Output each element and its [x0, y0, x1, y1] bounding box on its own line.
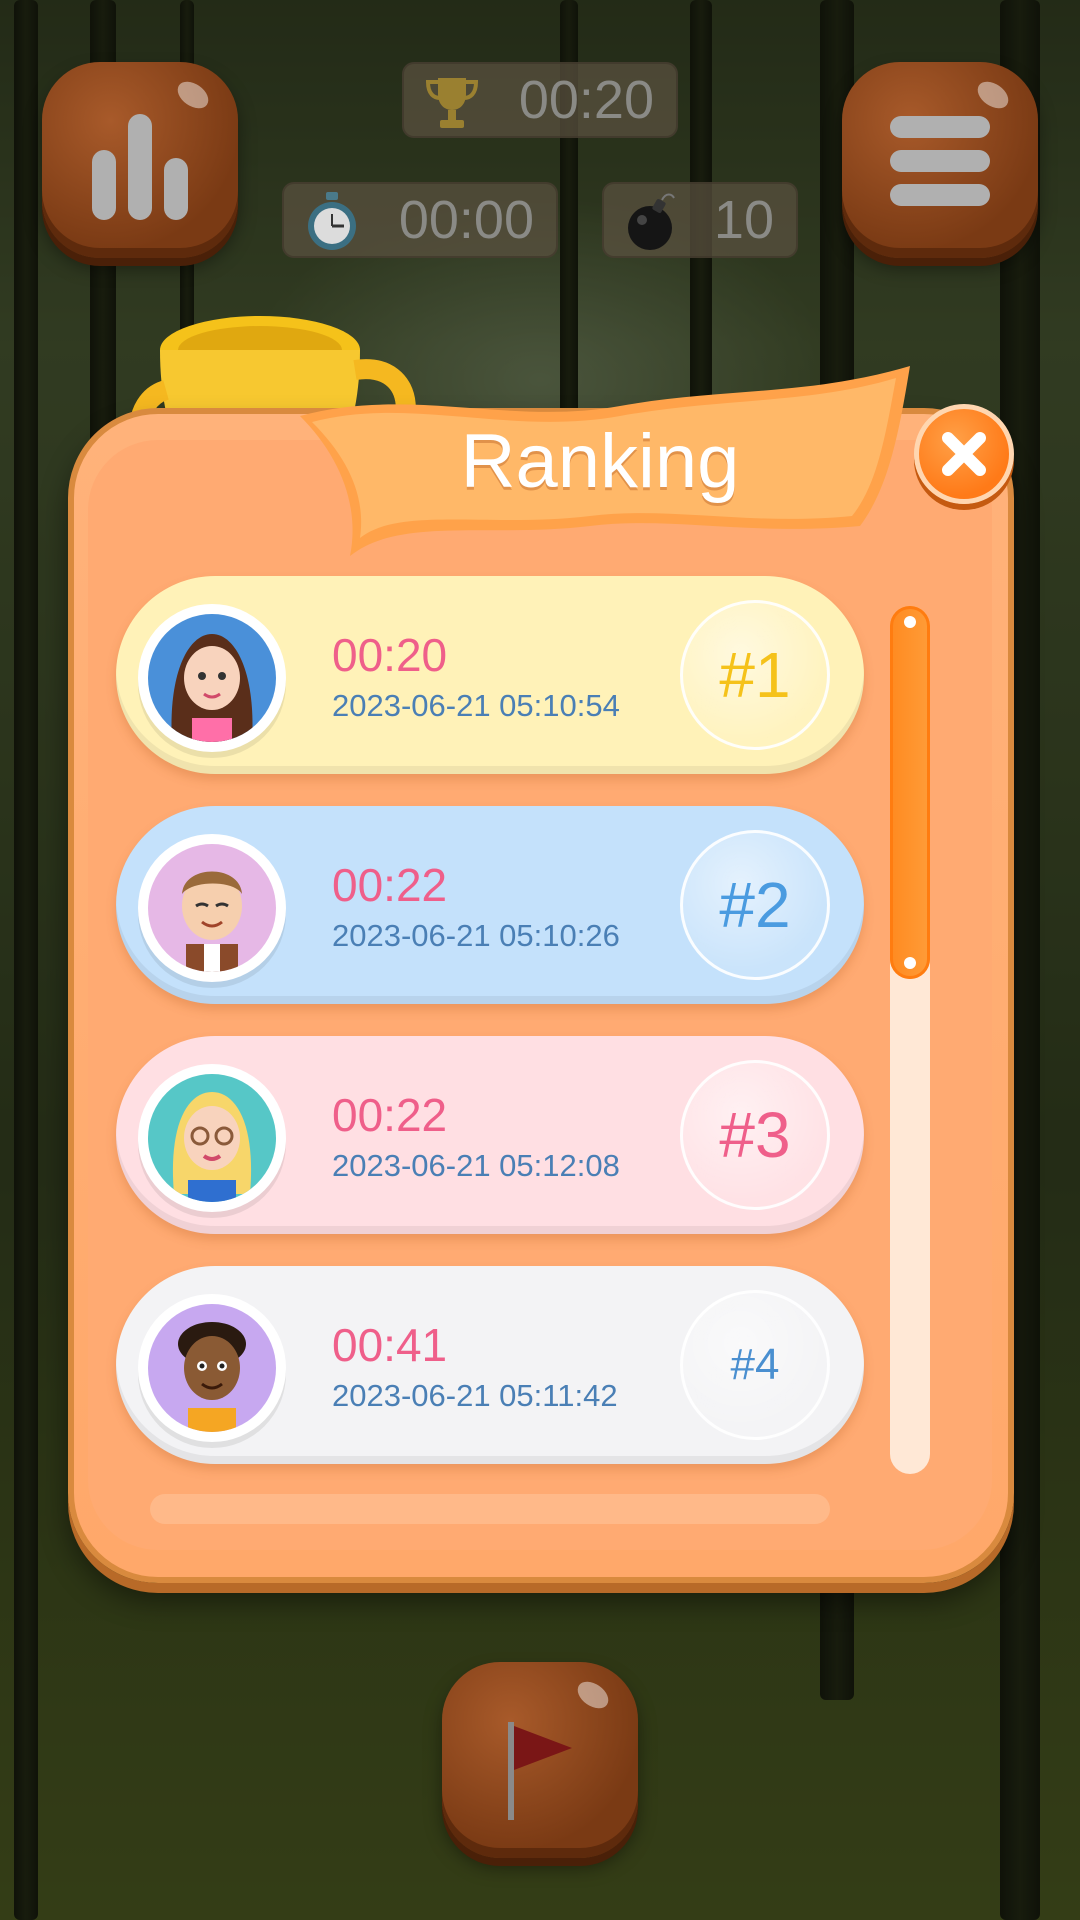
player-avatar-1	[148, 614, 276, 742]
mine-count-value: 10	[713, 190, 774, 250]
rank-badge: #3	[680, 1060, 830, 1210]
scrollbar-thumb[interactable]	[890, 606, 930, 979]
ranking-time: 00:22	[332, 1089, 448, 1141]
ranking-date: 2023-06-21 05:10:26	[332, 918, 620, 953]
ranking-time: 00:41	[332, 1319, 448, 1371]
ranking-row: 00:22 2023-06-21 05:12:08 #3	[116, 1036, 864, 1234]
mine-count-display: 10	[602, 182, 798, 258]
close-button[interactable]	[914, 404, 1014, 504]
menu-icon	[890, 116, 990, 206]
panel-footer-lip	[150, 1494, 830, 1524]
elapsed-time-display: 00:00	[282, 182, 558, 258]
rank-badge: #4	[680, 1290, 830, 1440]
ranking-time: 00:22	[332, 859, 448, 911]
flag-button[interactable]	[442, 1662, 638, 1858]
stats-icon	[92, 114, 188, 220]
avatar	[138, 1064, 286, 1212]
ranking-row: 00:41 2023-06-21 05:11:42 #4	[116, 1266, 864, 1464]
best-time-display: 00:20	[402, 62, 678, 138]
ranking-row: 00:22 2023-06-21 05:10:26 #2	[116, 806, 864, 1004]
elapsed-time-value: 00:00	[398, 190, 534, 250]
rank-badge: #1	[680, 600, 830, 750]
ranking-date: 2023-06-21 05:10:54	[332, 688, 620, 723]
player-avatar-2	[148, 844, 276, 972]
player-avatar-3	[148, 1074, 276, 1202]
bomb-icon	[628, 193, 675, 250]
ranking-time: 00:20	[332, 629, 448, 681]
flag-icon	[508, 1722, 572, 1820]
menu-button[interactable]	[842, 62, 1038, 258]
ranking-date: 2023-06-21 05:12:08	[332, 1148, 620, 1183]
avatar	[138, 834, 286, 982]
avatar	[138, 1294, 286, 1442]
player-avatar-4	[148, 1304, 276, 1432]
stopwatch-icon	[308, 192, 356, 250]
avatar	[138, 604, 286, 752]
dialog-title: Ranking	[460, 419, 740, 504]
trophy-icon	[425, 78, 479, 128]
stats-button[interactable]	[42, 62, 238, 258]
ranking-row: 00:20 2023-06-21 05:10:54 #1	[116, 576, 864, 774]
rank-badge: #2	[680, 830, 830, 980]
ranking-date: 2023-06-21 05:11:42	[332, 1378, 618, 1413]
best-time-value: 00:20	[518, 70, 654, 130]
close-icon	[942, 432, 986, 476]
